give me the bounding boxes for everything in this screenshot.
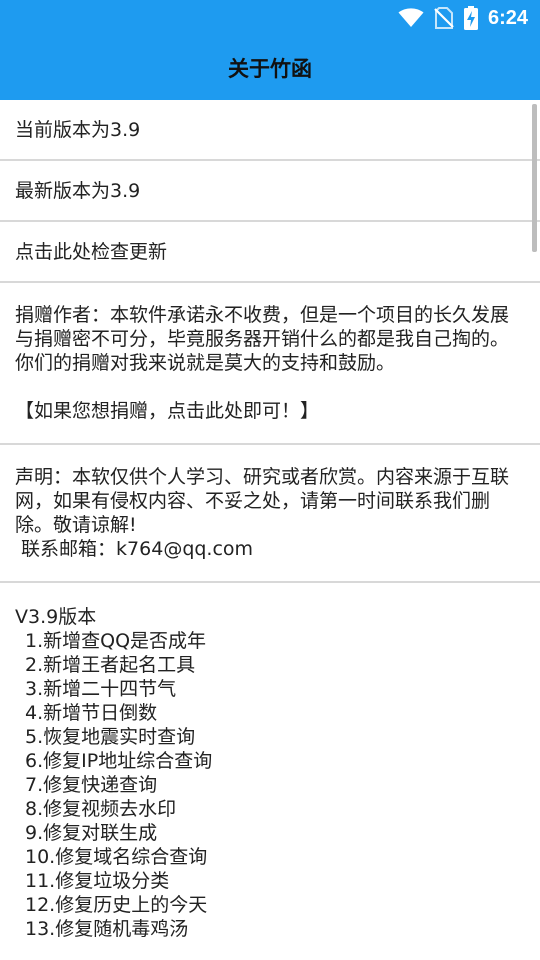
list-item: 12.修复历史上的今天: [25, 894, 208, 916]
app-bar: 关于竹函: [0, 36, 540, 100]
latest-version-row: 最新版本为3.9: [0, 161, 540, 222]
list-item: 2.新增王者起名工具: [25, 654, 196, 676]
current-version-row: 当前版本为3.9: [0, 100, 540, 161]
check-update-label: 点击此处检查更新: [15, 240, 168, 263]
latest-version-label: 最新版本为3.9: [15, 179, 141, 202]
list-item: 6.修复IP地址综合查询: [25, 750, 213, 772]
status-bar: 6:24: [0, 0, 540, 36]
changelog-title: V3.9版本: [15, 606, 97, 628]
about-content[interactable]: 当前版本为3.9 最新版本为3.9 点击此处检查更新 捐赠作者：本软件承诺永不收…: [0, 100, 540, 960]
scrollbar[interactable]: [532, 104, 537, 252]
donation-section[interactable]: 捐赠作者：本软件承诺永不收费，但是一个项目的长久发展与捐赠密不可分，毕竟服务器开…: [0, 283, 540, 445]
list-item: 5.恢复地震实时查询: [25, 726, 196, 748]
wifi-icon: [398, 8, 424, 28]
changelog-section: V3.9版本 1.新增查QQ是否成年 2.新增王者起名工具 3.新增二十四节气 …: [0, 583, 540, 960]
battery-charging-icon: [463, 6, 478, 30]
check-update-button[interactable]: 点击此处检查更新: [0, 222, 540, 283]
disclaimer-section: 声明：本软仅供个人学习、研究或者欣赏。内容来源于互联网，如果有侵权内容、不妥之处…: [0, 445, 540, 583]
status-time: 6:24: [487, 6, 528, 29]
no-sim-icon: [434, 7, 454, 29]
current-version-label: 当前版本为3.9: [15, 118, 141, 141]
donation-text: 捐赠作者：本软件承诺永不收费，但是一个项目的长久发展与捐赠密不可分，毕竟服务器开…: [15, 304, 510, 374]
list-item: 8.修复视频去水印: [25, 798, 177, 820]
list-item: 7.修复快递查询: [25, 774, 158, 796]
list-item: 11.修复垃圾分类: [25, 870, 170, 892]
list-item: 13.修复随机毒鸡汤: [25, 918, 189, 940]
list-item: 10.修复域名综合查询: [25, 846, 208, 868]
list-item: 1.新增查QQ是否成年: [25, 630, 207, 652]
disclaimer-text: 声明：本软仅供个人学习、研究或者欣赏。内容来源于互联网，如果有侵权内容、不妥之处…: [15, 466, 510, 536]
donate-link[interactable]: 【如果您想捐赠，点击此处即可！】: [15, 399, 525, 423]
contact-email: 联系邮箱：k764@qq.com: [15, 538, 254, 560]
list-item: 9.修复对联生成: [25, 822, 158, 844]
page-title: 关于竹函: [228, 57, 312, 81]
list-item: 4.新增节日倒数: [25, 702, 158, 724]
list-item: 3.新增二十四节气: [25, 678, 177, 700]
